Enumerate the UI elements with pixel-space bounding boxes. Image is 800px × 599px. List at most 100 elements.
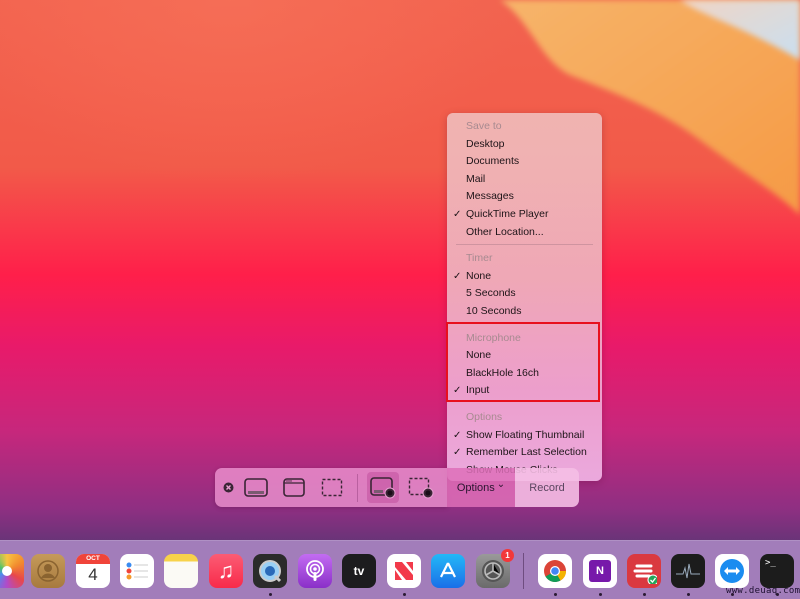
notes-icon [164, 554, 198, 588]
menu-item-label: Show Floating Thumbnail [466, 428, 585, 441]
menu-item[interactable]: Other Location... [447, 224, 602, 241]
menu-item[interactable]: ✓ None [447, 268, 602, 285]
menu-header-label: Save to [466, 120, 502, 132]
menu-item[interactable]: 5 Seconds [447, 285, 602, 302]
running-indicator [687, 593, 690, 596]
news-icon [387, 554, 421, 588]
dock-app-contacts[interactable] [31, 554, 65, 588]
menu-section-header: Options [447, 409, 602, 426]
menu-item-label: Messages [466, 190, 514, 203]
terminal-prompt: >_ [765, 558, 776, 568]
menu-item[interactable]: ✓ QuickTime Player [447, 206, 602, 223]
menu-item-label: 10 Seconds [466, 305, 522, 317]
options-button[interactable]: Options ⌄ [447, 468, 515, 507]
terminal-icon: >_ [760, 554, 794, 588]
running-indicator [403, 593, 406, 596]
quicktime-icon [253, 554, 287, 588]
dock-app-music[interactable]: ♫ [209, 554, 243, 588]
menu-divider [456, 244, 593, 246]
dock-app-teamviewer[interactable] [715, 554, 749, 588]
menu-item[interactable]: ✓ Remember Last Selection [447, 444, 602, 461]
dock-app-calendar[interactable]: OCT 4 [76, 554, 110, 588]
menu-item-label: Other Location... [466, 225, 544, 238]
menu-item[interactable]: Messages [447, 188, 602, 205]
running-indicator [643, 593, 646, 596]
menu-item-label: 5 Seconds [466, 287, 516, 300]
dock-app-google-chrome[interactable] [538, 554, 572, 588]
running-indicator [599, 593, 602, 596]
menu-item[interactable]: 10 Seconds [447, 303, 602, 320]
checkmark-icon: ✓ [453, 429, 462, 441]
options-menu: Save to Desktop Documents Mail Messages ✓ Quic… [447, 113, 602, 481]
close-circle-icon [223, 482, 233, 492]
menu-item-label: Remember Last Selection [466, 446, 587, 459]
dashed-rect-icon [321, 478, 343, 497]
apple-tv-label: tv [353, 564, 365, 578]
dock-app-expressvpn[interactable] [627, 554, 661, 588]
window-icon [283, 478, 305, 497]
menu-section-header: Timer [447, 250, 602, 267]
menu-item-label: Desktop [466, 137, 505, 150]
capture-selection-button[interactable] [318, 475, 346, 500]
capture-entire-screen-button[interactable] [242, 475, 270, 500]
dock-app-notes[interactable] [164, 554, 198, 588]
screen-record-icon [370, 476, 396, 498]
notification-badge: 1 [501, 549, 514, 562]
chrome-icon [538, 554, 572, 588]
capture-window-button[interactable] [280, 475, 308, 500]
wallpaper-sand-shape [500, 0, 800, 215]
toolbar-actions: Options ⌄ Record [447, 468, 579, 507]
dock-separator [523, 553, 524, 589]
watermark: www.deuaq.com [726, 586, 800, 596]
menu-item-label: QuickTime Player [466, 208, 549, 220]
close-button[interactable] [222, 481, 234, 493]
record-selection-button[interactable] [406, 474, 436, 502]
chevron-down-icon: ⌄ [496, 479, 506, 490]
toolbar-divider [357, 474, 358, 502]
dock-app-terminal[interactable]: >_ [760, 554, 794, 588]
checkmark-icon: ✓ [453, 209, 462, 220]
menu-item[interactable]: Documents [447, 153, 602, 170]
music-icon: ♫ [217, 558, 235, 583]
podcasts-icon [298, 554, 332, 588]
dock-app-app-store[interactable] [431, 554, 465, 588]
menu-item[interactable]: ✓ Show Floating Thumbnail [447, 427, 602, 444]
dock-app-apple-tv[interactable]: tv [342, 554, 376, 588]
screen-icon [244, 477, 268, 497]
reminders-icon [120, 554, 154, 588]
apple-tv-icon: tv [342, 554, 376, 588]
onenote-label: N [589, 560, 611, 582]
calendar-icon: OCT 4 [76, 554, 110, 588]
menu-item-label: Mail [466, 172, 486, 185]
record-button[interactable]: Record [515, 468, 579, 507]
calendar-month: OCT [76, 554, 110, 564]
checkmark-icon: ✓ [453, 270, 462, 282]
menu-header-label: Options [466, 411, 503, 423]
dock-app-podcasts[interactable] [298, 554, 332, 588]
dock-app-reminders[interactable] [120, 554, 154, 588]
options-label: Options [456, 481, 495, 494]
teamviewer-icon [715, 554, 749, 588]
app-store-icon [431, 554, 465, 588]
menu-item-label: None [466, 269, 492, 282]
dock: OCT 4 ♫ tv 1 N >_ [0, 540, 800, 599]
running-indicator [269, 593, 272, 596]
dock-app-news[interactable] [387, 554, 421, 588]
dock-app-quicktime-player[interactable] [253, 554, 287, 588]
contacts-icon [31, 554, 65, 588]
expressvpn-icon [627, 554, 661, 588]
onenote-icon: N [583, 554, 617, 588]
photos-icon [0, 554, 24, 588]
running-indicator [554, 593, 557, 596]
menu-item-label: Documents [466, 155, 520, 168]
menu-item[interactable]: Mail [447, 171, 602, 188]
dock-app-photos[interactable] [0, 554, 24, 588]
menu-header-label: Timer [466, 252, 493, 265]
record-entire-screen-button[interactable] [367, 472, 399, 503]
menu-section-header: Save to [447, 118, 602, 135]
dock-app-activity-monitor[interactable] [671, 554, 705, 588]
screenshot-toolbar [215, 468, 447, 507]
dock-app-onenote[interactable]: N [583, 554, 617, 588]
menu-item[interactable]: Desktop [447, 136, 602, 153]
activity-monitor-icon [671, 554, 705, 588]
